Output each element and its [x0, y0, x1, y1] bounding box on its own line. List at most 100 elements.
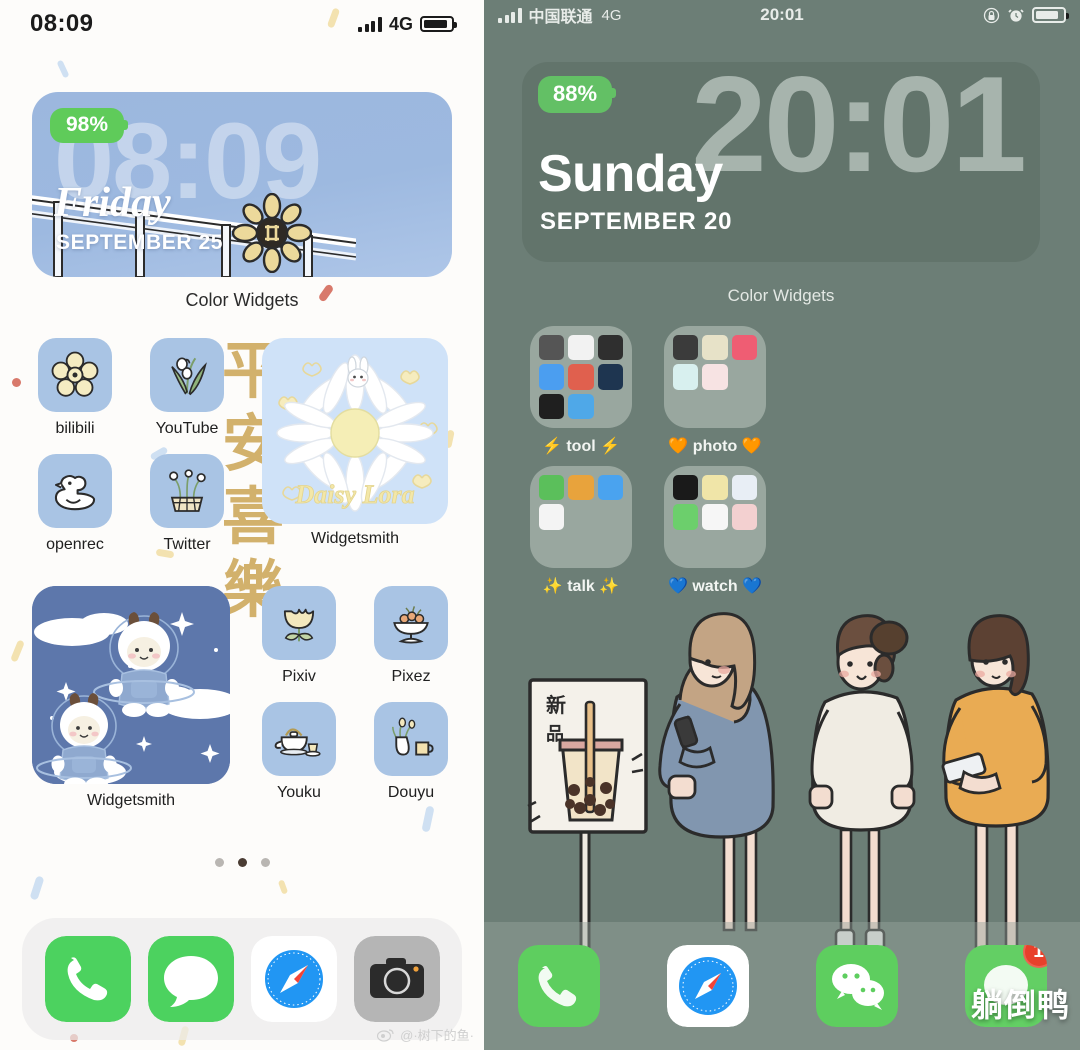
app-label: Youku — [277, 784, 321, 801]
page-dot-active[interactable] — [237, 858, 247, 867]
left-dock — [22, 918, 462, 1040]
folder-preview-grid — [530, 326, 632, 428]
folder-label: ✨ talk ✨ — [542, 578, 620, 595]
left-phone-home-screen: 平 安 喜 樂 08:09 4G 08:09 Friday SEPTEMBER … — [0, 0, 484, 1050]
status-bar-time: 08:09 — [30, 10, 94, 37]
mini-app-icon — [539, 335, 565, 361]
app-pixez[interactable]: Pixez — [374, 586, 448, 686]
dock-safari-icon[interactable] — [666, 945, 749, 1027]
app-label: bilibili — [55, 420, 95, 437]
right-phone-home-screen: 中国联通 4G 20:01 新 品 20:01 Sunday SEPTEMBER… — [484, 0, 1080, 1050]
right-status-bar: 中国联通 4G 20:01 — [484, 0, 1080, 30]
app-twitter[interactable]: Twitter — [150, 454, 224, 554]
app-openrec[interactable]: openrec — [38, 454, 112, 554]
widget-date: SEPTEMBER 20 — [540, 208, 733, 235]
rotation-lock-icon — [983, 7, 1000, 23]
mini-app-icon — [539, 534, 564, 559]
dock-safari-icon[interactable] — [250, 936, 337, 1022]
app-youku[interactable]: Youku — [262, 702, 336, 802]
mini-app-icon — [568, 393, 594, 419]
app-douyu[interactable]: Douyu — [374, 702, 448, 802]
folder-preview-grid — [664, 466, 766, 568]
mini-app-icon — [598, 534, 623, 559]
mini-app-icon — [673, 394, 698, 419]
mini-app-icon — [702, 504, 728, 530]
mini-app-icon — [731, 335, 757, 361]
mini-app-icon — [673, 475, 699, 501]
dock-camera-icon[interactable] — [353, 936, 440, 1022]
mini-app-icon — [539, 475, 565, 501]
widget-label-space: Widgetsmith — [86, 792, 176, 809]
mini-app-icon — [731, 504, 757, 530]
mini-app-icon — [702, 364, 728, 390]
folder-talk[interactable]: ✨ talk ✨ — [530, 466, 632, 596]
app-label: Twitter — [163, 536, 211, 553]
tulip-icon — [262, 586, 336, 660]
folder-tool[interactable]: ⚡ tool ⚡ — [530, 326, 632, 456]
app-youtube[interactable]: YouTube — [150, 338, 224, 438]
dock-phone-icon[interactable] — [517, 945, 600, 1027]
folder-watch[interactable]: 💙 watch 💙 — [664, 466, 766, 596]
svg-text:新: 新 — [546, 693, 566, 717]
mini-app-icon — [598, 394, 623, 419]
page-dot[interactable] — [260, 858, 270, 867]
color-widget-right[interactable]: 20:01 Sunday SEPTEMBER 20 88% — [522, 62, 1040, 262]
widget-battery-badge: 98% — [50, 108, 129, 143]
widget-battery-badge: 88% — [538, 76, 617, 113]
mini-app-icon — [568, 335, 594, 361]
folder-photo[interactable]: 🧡 photo 🧡 — [664, 326, 766, 456]
widget-space-bears[interactable] — [32, 586, 230, 784]
mini-app-icon — [598, 504, 623, 529]
mini-app-icon — [568, 475, 594, 501]
mini-app-icon — [673, 364, 699, 390]
confetti-dot — [277, 879, 289, 895]
dock-messages-icon[interactable] — [147, 936, 234, 1022]
app-pixiv[interactable]: Pixiv — [262, 586, 336, 686]
battery-icon — [1032, 7, 1069, 23]
weibo-watermark-text: @·树下的鱼· — [400, 1028, 474, 1043]
mini-app-icon — [539, 504, 565, 530]
sunflower-icon — [232, 193, 312, 273]
weibo-watermark: @·树下的鱼· — [377, 1025, 474, 1044]
widget-date: SEPTEMBER 25 — [56, 231, 224, 254]
widget-label-daisy: Widgetsmith — [310, 530, 400, 547]
alarm-clock-icon — [1008, 9, 1024, 22]
mini-app-icon — [702, 335, 728, 361]
mini-app-icon — [597, 475, 623, 501]
status-bar-indicators: 4G — [358, 14, 457, 35]
mini-app-icon — [568, 534, 593, 559]
app-label: Pixez — [391, 668, 431, 685]
app-label: openrec — [46, 536, 104, 553]
page-indicator-dots[interactable] — [0, 858, 484, 867]
confetti-dot — [12, 378, 21, 387]
battery-icon — [420, 16, 457, 32]
widget-weekday: Friday — [54, 180, 171, 226]
confetti-dot — [10, 639, 25, 663]
confetti-dot — [29, 875, 45, 901]
daisy-widget-art: Daisy Lora — [276, 354, 438, 512]
widget-daisy-lora[interactable]: Daisy Lora — [262, 338, 448, 524]
widget-clock-time: 20:01 — [691, 62, 1027, 200]
color-widget-label: Color Widgets — [185, 290, 299, 310]
signal-bars-icon — [358, 16, 382, 32]
dock-phone-icon[interactable] — [44, 936, 131, 1022]
left-status-bar: 08:09 4G — [0, 0, 484, 48]
flower-icon — [38, 338, 112, 412]
duck-icon — [38, 454, 112, 528]
app-label: YouTube — [155, 420, 219, 437]
mini-app-icon — [702, 534, 727, 559]
dual-phone-screenshot: 平 安 喜 樂 08:09 4G 08:09 Friday SEPTEMBER … — [0, 0, 1080, 1050]
color-widget-left[interactable]: 08:09 Friday SEPTEMBER 25 98% — [32, 92, 452, 277]
app-bilibili[interactable]: bilibili — [38, 338, 112, 438]
widget-weekday: Sunday — [538, 145, 723, 203]
mini-app-icon — [539, 364, 565, 390]
space-bears-art — [32, 586, 230, 784]
mini-app-icon — [702, 475, 728, 501]
dock-wechat-icon[interactable] — [815, 945, 898, 1027]
mini-app-icon — [597, 335, 623, 361]
mini-app-icon — [673, 534, 698, 559]
status-bar-indicators — [983, 7, 1069, 24]
mini-app-icon — [597, 364, 623, 390]
weibo-logo-icon — [377, 1028, 394, 1042]
page-dot[interactable] — [214, 858, 224, 867]
